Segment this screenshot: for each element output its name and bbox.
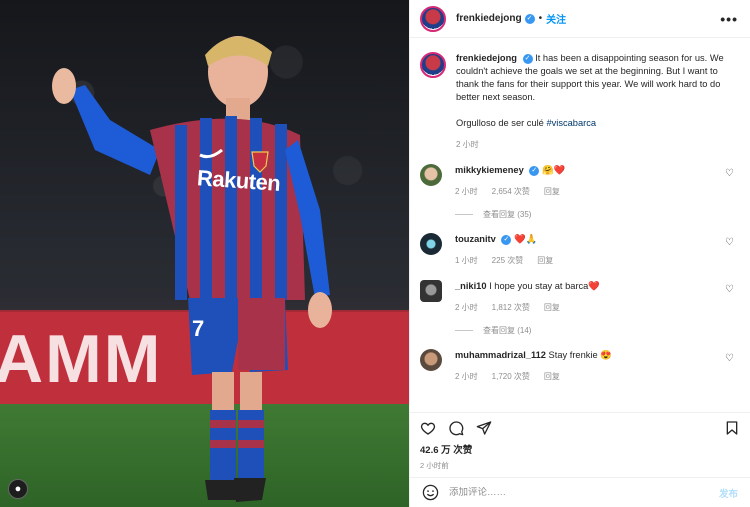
comment-item: muhammadrizal_112 Stay frenkie 😍 2 小时 1,… xyxy=(420,349,738,383)
caption-line2: Orgulloso de ser culé xyxy=(456,118,544,128)
likes-count[interactable]: 42.6 万 次赞 xyxy=(410,442,750,456)
caption-time: 2 小时 xyxy=(456,140,479,149)
comment-time: 2 小时 xyxy=(455,372,478,381)
comment-likes[interactable]: 225 次赞 xyxy=(492,255,524,267)
reply-button[interactable]: 回复 xyxy=(544,186,560,198)
verified-icon: ✓ xyxy=(524,13,535,24)
reply-button[interactable]: 回复 xyxy=(544,371,560,383)
share-icon[interactable] xyxy=(476,420,492,436)
commenter-username[interactable]: _niki10 xyxy=(455,281,487,291)
heart-icon[interactable]: ♡ xyxy=(725,284,734,295)
caption: frenkiedejong ✓ It has been a disappoint… xyxy=(420,52,738,151)
comment-emoji: 😍 xyxy=(600,350,612,360)
comment-likes[interactable]: 2,654 次赞 xyxy=(492,186,530,198)
verified-icon: ✓ xyxy=(501,234,512,245)
heart-icon[interactable]: ♡ xyxy=(725,237,734,248)
follow-button[interactable]: 关注 xyxy=(546,11,566,26)
commenter-avatar[interactable] xyxy=(420,164,442,186)
commenter-username[interactable]: muhammadrizal_112 xyxy=(455,350,546,360)
bookmark-icon[interactable] xyxy=(724,420,740,436)
comment-text: Stay frenkie xyxy=(548,350,598,360)
comment-item: _niki10 I hope you stay at barca❤️ 2 小时 … xyxy=(420,280,738,314)
post-panel: frenkiedejong ✓ • 关注 ••• frenkiedejong ✓… xyxy=(409,0,750,507)
hashtag-link[interactable]: #viscabarca xyxy=(546,118,596,128)
comment-time: 2 小时 xyxy=(455,187,478,196)
action-bar xyxy=(410,412,750,442)
caption-avatar[interactable] xyxy=(420,52,446,78)
comment-text: 🤗❤️ xyxy=(541,165,566,175)
comment-likes[interactable]: 1,812 次赞 xyxy=(492,302,530,314)
comments-list[interactable]: frenkiedejong ✓ It has been a disappoint… xyxy=(410,38,750,412)
player-figure xyxy=(52,36,332,502)
view-replies-label[interactable]: 查看回复 (14) xyxy=(483,325,531,336)
view-replies[interactable]: 查看回复 (35) xyxy=(455,209,738,220)
comment-time: 1 小时 xyxy=(455,256,478,265)
commenter-username[interactable]: mikkykiemeney xyxy=(455,165,524,175)
comment-composer: 发布 xyxy=(410,477,750,507)
reply-button[interactable]: 回复 xyxy=(537,255,553,267)
comment-text: ❤️🙏 xyxy=(514,234,538,244)
like-heart-icon[interactable] xyxy=(420,420,436,436)
comment-likes[interactable]: 1,720 次赞 xyxy=(492,371,530,383)
heart-icon[interactable]: ♡ xyxy=(725,353,734,364)
posted-time: 2 小时前 xyxy=(420,461,449,470)
comment-time: 2 小时 xyxy=(455,303,478,312)
author-username[interactable]: frenkiedejong xyxy=(456,13,522,24)
post-photo[interactable]: AMM Rakuten 7 ● xyxy=(0,0,409,507)
replies-line xyxy=(455,330,473,331)
comment-item: touzanitv ✓ ❤️🙏 1 小时 225 次赞 回复 ♡ xyxy=(420,233,738,267)
heart-icon[interactable]: ♡ xyxy=(725,168,734,179)
replies-line xyxy=(455,214,473,215)
caption-username[interactable]: frenkiedejong xyxy=(456,53,517,63)
reply-button[interactable]: 回复 xyxy=(544,302,560,314)
verified-icon: ✓ xyxy=(529,165,540,176)
commenter-avatar[interactable] xyxy=(420,233,442,255)
view-replies-label[interactable]: 查看回复 (35) xyxy=(483,209,531,220)
comment-icon[interactable] xyxy=(448,420,464,436)
verified-icon: ✓ xyxy=(522,53,533,64)
commenter-username[interactable]: touzanitv xyxy=(455,234,496,244)
post-header: frenkiedejong ✓ • 关注 ••• xyxy=(410,0,750,38)
comment-emoji: ❤️ xyxy=(588,281,600,291)
comment-item: mikkykiemeney ✓ 🤗❤️ 2 小时 2,654 次赞 回复 ♡ xyxy=(420,164,738,198)
comment-input[interactable] xyxy=(449,487,719,498)
more-options-icon[interactable]: ••• xyxy=(720,11,738,27)
commenter-avatar[interactable] xyxy=(420,280,442,302)
author-avatar[interactable] xyxy=(420,5,446,32)
shorts-number: 7 xyxy=(192,316,205,341)
comment-text: I hope you stay at barca xyxy=(489,281,589,291)
user-tag-icon[interactable]: ● xyxy=(8,479,28,499)
view-replies[interactable]: 查看回复 (14) xyxy=(455,325,738,336)
commenter-avatar[interactable] xyxy=(420,349,442,371)
separator-dot: • xyxy=(538,13,543,24)
post-button[interactable]: 发布 xyxy=(719,486,738,500)
emoji-icon[interactable] xyxy=(422,484,439,501)
